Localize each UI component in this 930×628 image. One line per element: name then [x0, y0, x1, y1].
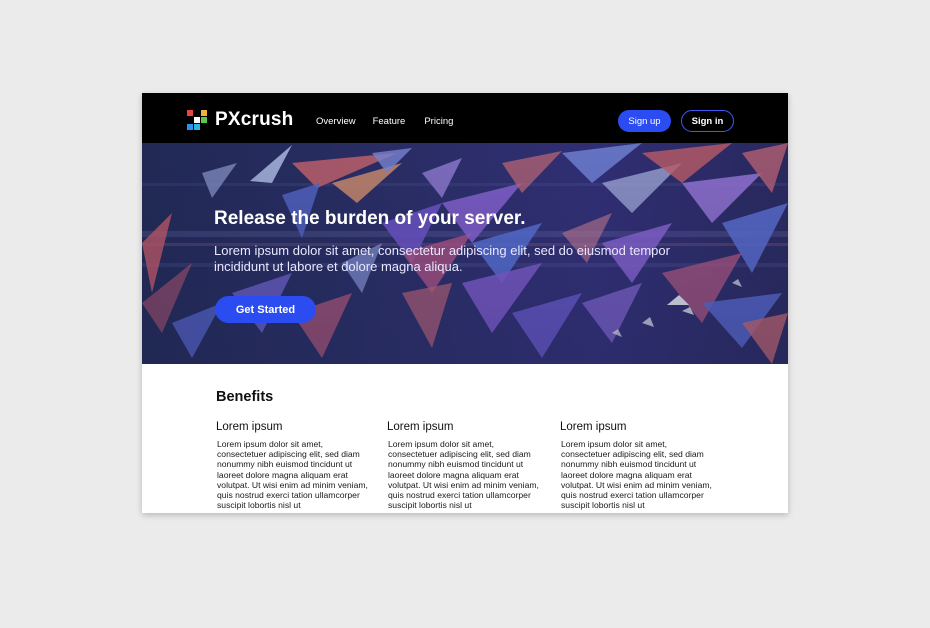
sign-in-button[interactable]: Sign in	[681, 110, 734, 132]
benefit-heading: Lorem ipsum	[216, 421, 283, 433]
nav-link-pricing[interactable]: Pricing	[424, 116, 453, 127]
nav-links: Overview Feature Pricing	[316, 116, 453, 127]
benefit-column: Lorem ipsum Lorem ipsum dolor sit amet, …	[560, 421, 715, 510]
benefit-text: Lorem ipsum dolor sit amet, consectetuer…	[561, 439, 712, 511]
brand-logo[interactable]: PXcrush	[187, 109, 294, 131]
get-started-button[interactable]: Get Started	[215, 296, 316, 323]
top-navbar: PXcrush Overview Feature Pricing Sign up…	[142, 93, 788, 143]
benefit-heading: Lorem ipsum	[387, 421, 454, 433]
pxcrush-logo-icon	[187, 110, 207, 130]
sign-up-button[interactable]: Sign up	[618, 110, 671, 132]
hero-section: Release the burden of your server. Lorem…	[142, 143, 788, 364]
benefit-text: Lorem ipsum dolor sit amet, consectetuer…	[217, 439, 368, 511]
nav-link-feature[interactable]: Feature	[373, 116, 406, 127]
benefit-column: Lorem ipsum Lorem ipsum dolor sit amet, …	[216, 421, 371, 510]
nav-link-overview[interactable]: Overview	[316, 116, 356, 127]
benefit-text: Lorem ipsum dolor sit amet, consectetuer…	[388, 439, 539, 511]
benefit-column: Lorem ipsum Lorem ipsum dolor sit amet, …	[387, 421, 542, 510]
brand-name: PXcrush	[215, 109, 294, 130]
hero-title: Release the burden of your server.	[214, 208, 526, 229]
hero-description: Lorem ipsum dolor sit amet, consectetur …	[214, 243, 670, 274]
benefits-title: Benefits	[216, 389, 274, 405]
benefit-heading: Lorem ipsum	[560, 421, 627, 433]
browser-page: PXcrush Overview Feature Pricing Sign up…	[142, 93, 788, 513]
